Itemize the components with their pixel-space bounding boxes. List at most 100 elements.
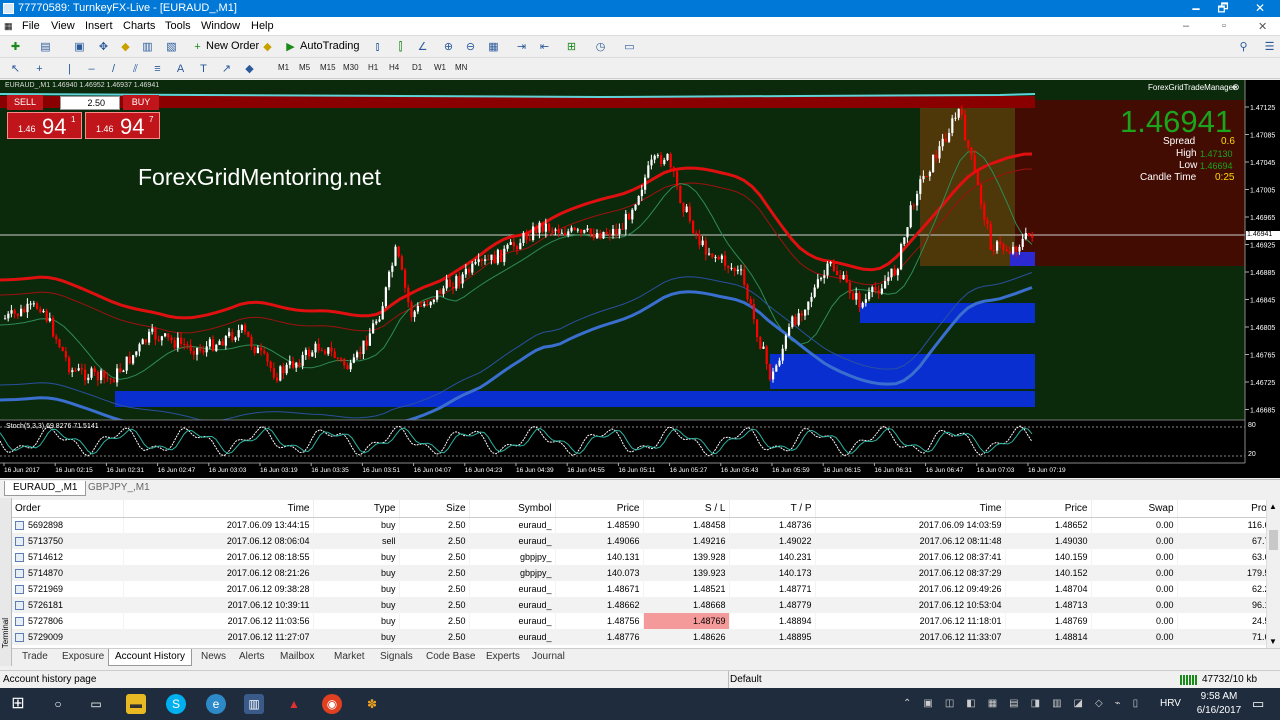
menu-help[interactable]: Help	[251, 20, 274, 32]
table-row[interactable]: 5713750 2017.06.12 08:06:04 sell 2.50 euraud…	[12, 533, 1268, 549]
table-row[interactable]: 5729009 2017.06.12 11:27:07 buy 2.50 euraud_…	[12, 629, 1268, 645]
line-chart-icon[interactable]: ∠	[415, 40, 430, 54]
data-window-icon[interactable]: ◆	[118, 40, 133, 54]
restore-button[interactable]: 🗗	[1207, 0, 1239, 17]
timeframe-h4[interactable]: H4	[389, 63, 399, 72]
column-header[interactable]: T / P	[729, 500, 816, 518]
sell-price-button[interactable]: 1.46 94 1	[7, 112, 82, 139]
table-row[interactable]: 5714870 2017.06.12 08:21:26 buy 2.50 gbpjpy_…	[12, 565, 1268, 581]
clock-time[interactable]: 9:58 AM	[1194, 691, 1244, 702]
new-order-button[interactable]: New Order	[206, 40, 259, 52]
autoscroll-icon[interactable]: ⇤	[537, 40, 552, 54]
internet-icon[interactable]: e	[206, 694, 226, 714]
scroll-down-icon[interactable]: ▼	[1269, 637, 1277, 646]
menu-tools[interactable]: Tools	[165, 20, 191, 32]
lot-size-input[interactable]: 2.50	[60, 96, 120, 110]
column-header[interactable]: Price	[1005, 500, 1092, 518]
scroll-up-icon[interactable]: ▲	[1269, 502, 1277, 511]
timeframe-d1[interactable]: D1	[412, 63, 422, 72]
table-scrollbar[interactable]: ▲ ▼	[1266, 500, 1280, 648]
tab-experts[interactable]: Experts	[486, 651, 520, 662]
trendline-icon[interactable]: /	[106, 62, 121, 76]
tab-signals[interactable]: Signals	[380, 651, 413, 662]
menu-window[interactable]: Window	[201, 20, 240, 32]
doc-close-button[interactable]: ✕	[1258, 20, 1267, 33]
windows-start-icon[interactable]: ⊞	[8, 694, 28, 714]
tab-code-base[interactable]: Code Base	[426, 651, 475, 662]
navigator-icon[interactable]: ✥	[96, 40, 111, 54]
tile-windows-icon[interactable]: ▦	[486, 40, 501, 54]
skype-icon[interactable]: S	[166, 694, 186, 714]
doc-restore-button[interactable]: ▫	[1222, 20, 1226, 32]
scroll-thumb[interactable]	[1269, 530, 1278, 550]
tab-trade[interactable]: Trade	[22, 651, 48, 662]
buy-price-button[interactable]: 1.46 94 7	[85, 112, 160, 139]
column-header[interactable]: Symbol	[469, 500, 556, 518]
text-icon[interactable]: A	[173, 62, 188, 76]
sell-button[interactable]: SELL	[7, 95, 43, 110]
chart-tab-euraud[interactable]: EURAUD_,M1	[4, 481, 87, 496]
doc-minimize-button[interactable]: –	[1183, 20, 1189, 32]
column-header[interactable]: Time	[123, 500, 314, 518]
chart-tab-gbpjpy[interactable]: GBPJPY_,M1	[80, 481, 158, 496]
autotrading-button[interactable]: AutoTrading	[300, 40, 360, 52]
menu-insert[interactable]: Insert	[85, 20, 113, 32]
tab-journal[interactable]: Journal	[532, 651, 565, 662]
tray-icons[interactable]: ⌃▣◫◧▦▤◨▥◪◇⌁▯	[903, 698, 1243, 709]
notifications-icon[interactable]: ▭	[1252, 696, 1264, 712]
arrows-icon[interactable]: ↗	[219, 62, 234, 76]
clock-date[interactable]: 6/16/2017	[1194, 705, 1244, 716]
profiles-icon[interactable]: ▤	[38, 40, 53, 54]
chart-shift-icon[interactable]: ⇥	[514, 40, 529, 54]
new-chart-icon[interactable]: ✚	[8, 40, 23, 54]
cursor-icon[interactable]: ↖	[8, 62, 23, 76]
crosshair-icon[interactable]: +	[32, 62, 47, 76]
app-triangle-icon[interactable]: ▲	[284, 694, 304, 714]
file-explorer-icon[interactable]: ▬	[126, 694, 146, 714]
timeframe-m30[interactable]: M30	[343, 63, 359, 72]
horizontal-line-icon[interactable]: –	[84, 62, 99, 76]
tab-exposure[interactable]: Exposure	[62, 651, 104, 662]
templates-icon[interactable]: ▭	[622, 40, 637, 54]
column-header[interactable]: Size	[399, 500, 470, 518]
task-view-icon[interactable]: ▭	[86, 694, 106, 714]
column-header[interactable]: Profit	[1177, 500, 1268, 518]
search-taskbar-icon[interactable]: ○	[48, 694, 68, 714]
price-chart[interactable]: 1.47125 1.47085 1.47045 1.47005 1.46965 1.469…	[0, 80, 1280, 478]
tester-icon[interactable]: ▧	[164, 40, 179, 54]
tab-alerts[interactable]: Alerts	[239, 651, 265, 662]
zoom-out-icon[interactable]: ⊖	[463, 40, 478, 54]
table-row[interactable]: 5714612 2017.06.12 08:18:55 buy 2.50 gbpjpy_…	[12, 549, 1268, 565]
timeframe-mn[interactable]: MN	[455, 63, 467, 72]
column-header[interactable]: Price	[555, 500, 644, 518]
timeframe-m15[interactable]: M15	[320, 63, 336, 72]
menu-file[interactable]: File	[22, 20, 40, 32]
close-button[interactable]: ✕	[1244, 0, 1276, 17]
column-header[interactable]: Order	[12, 500, 124, 518]
column-header[interactable]: Time	[815, 500, 1006, 518]
autotrading-icon[interactable]: ▶	[283, 40, 298, 54]
new-order-icon[interactable]: +	[190, 40, 205, 54]
community-icon[interactable]: ☰	[1262, 40, 1277, 54]
language-indicator[interactable]: HRV	[1160, 698, 1181, 709]
fibonacci-icon[interactable]: ≡	[150, 62, 165, 76]
chart-canvas[interactable]: 1.471251.470851.470451.470051.469651.469…	[0, 80, 1280, 478]
tab-news[interactable]: News	[201, 651, 226, 662]
doc-icon[interactable]: ▦	[4, 21, 13, 32]
table-row[interactable]: 5692898 2017.06.09 13:44:15 buy 2.50 euraud_…	[12, 517, 1268, 533]
tab-mailbox[interactable]: Mailbox	[280, 651, 314, 662]
search-icon[interactable]: ⚲	[1236, 40, 1251, 54]
manager-close-icon[interactable]: ⊗	[1232, 82, 1240, 93]
market-watch-icon[interactable]: ▣	[72, 40, 87, 54]
timeframe-w1[interactable]: W1	[434, 63, 446, 72]
zoom-in-icon[interactable]: ⊕	[441, 40, 456, 54]
buy-button[interactable]: BUY	[123, 95, 159, 110]
menu-view[interactable]: View	[51, 20, 75, 32]
table-row[interactable]: 5721969 2017.06.12 09:38:28 buy 2.50 euraud_…	[12, 581, 1268, 597]
table-row[interactable]: 5726181 2017.06.12 10:39:11 buy 2.50 euraud_…	[12, 597, 1268, 613]
channel-icon[interactable]: ⫽	[128, 62, 143, 76]
column-header[interactable]: S / L	[643, 500, 730, 518]
shapes-icon[interactable]: ◆	[242, 62, 257, 76]
metatrader-taskbar-icon[interactable]: ▥	[244, 694, 264, 714]
terminal-icon[interactable]: ▥	[140, 40, 155, 54]
